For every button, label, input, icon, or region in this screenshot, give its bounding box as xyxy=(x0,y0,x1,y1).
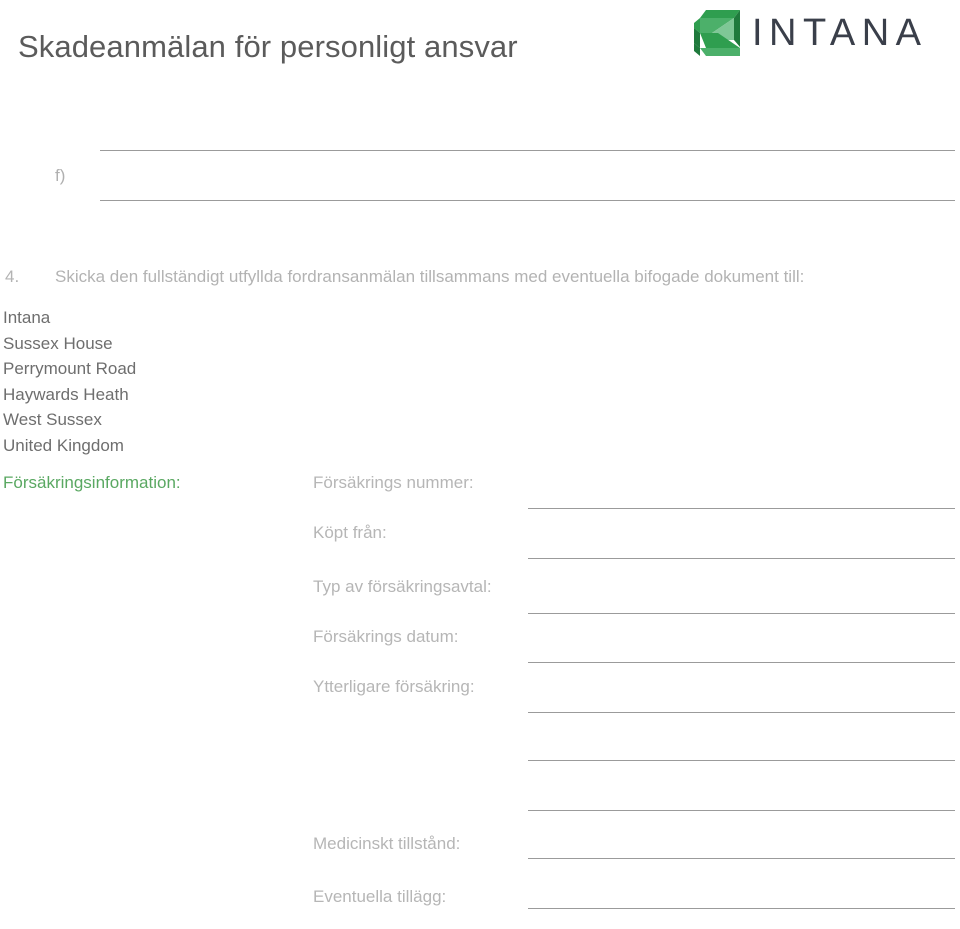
field-input-additional-insurance-3[interactable] xyxy=(528,810,955,811)
brand-wordmark: INTANA xyxy=(752,12,928,54)
address-line: Perrymount Road xyxy=(3,359,137,379)
field-label-policy-type: Typ av försäkringsavtal: xyxy=(313,577,492,596)
field-input-policy-date[interactable] xyxy=(528,662,955,663)
list-marker-f: f) xyxy=(55,166,66,185)
address-line: West Sussex xyxy=(3,410,102,430)
field-label-medical-condition: Medicinskt tillstånd: xyxy=(313,834,461,853)
intana-chevron-logo-icon xyxy=(692,7,744,59)
field-input-policy-type[interactable] xyxy=(528,613,955,614)
address-line: Haywards Heath xyxy=(3,384,129,404)
field-input-bought-from[interactable] xyxy=(528,558,955,559)
field-label-additional-insurance: Ytterligare försäkring: xyxy=(313,677,475,696)
writing-rule-f-top xyxy=(100,150,955,151)
postal-address: Intana Sussex House Perrymount Road Hayw… xyxy=(3,305,303,459)
field-label-optional-extras: Eventuella tillägg: xyxy=(313,887,447,906)
field-label-policy-number: Försäkrings nummer: xyxy=(313,473,474,492)
section-heading-insurance-information: Försäkringsinformation: xyxy=(3,473,181,492)
field-input-optional-extras[interactable] xyxy=(528,908,955,909)
field-label-policy-date: Försäkrings datum: xyxy=(313,627,459,646)
page-title: Skadeanmälan för personligt ansvar xyxy=(18,28,518,64)
address-line: Sussex House xyxy=(3,333,113,353)
field-input-additional-insurance-2[interactable] xyxy=(528,760,955,761)
field-input-policy-number[interactable] xyxy=(528,508,955,509)
field-label-bought-from: Köpt från: xyxy=(313,523,387,542)
instruction-text-4: Skicka den fullständigt utfyllda fordran… xyxy=(55,267,805,286)
writing-rule-f-bottom xyxy=(100,200,955,201)
document-header: Skadeanmälan för personligt ansvar INTAN… xyxy=(0,0,960,120)
field-input-additional-insurance-1[interactable] xyxy=(528,712,955,713)
field-input-medical-condition[interactable] xyxy=(528,858,955,859)
address-line: Intana xyxy=(3,308,51,327)
address-line: United Kingdom xyxy=(3,435,124,455)
brand-logo: INTANA xyxy=(692,6,944,62)
list-marker-4: 4. xyxy=(5,267,20,286)
